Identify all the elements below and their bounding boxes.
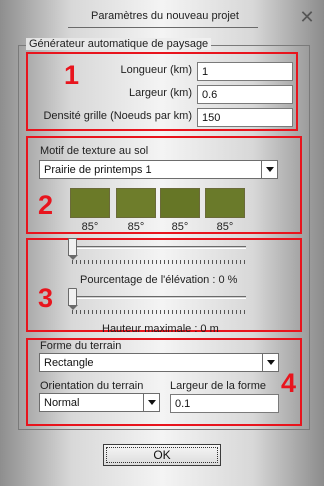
elevation-label: Pourcentage de l'élévation : 0 % [80,274,238,286]
texture-angle-3: 85° [171,221,189,233]
max-height-label: Hauteur maximale : 0 m [102,323,219,335]
elevation-slider-thumb[interactable] [68,238,78,260]
title-divider [68,27,258,28]
texture-angle-1: 85° [81,221,99,233]
texture-angle-4: 85° [216,221,234,233]
width-input[interactable]: 0.6 [197,85,293,104]
section-4-number: 4 [281,368,297,398]
group-title: Générateur automatique de paysage [26,38,212,50]
texture-angle-2: 85° [127,221,145,233]
window-title: Paramètres du nouveau projet [91,10,239,22]
elevation-slider-ticks [72,260,246,264]
grid-density-input[interactable]: 150 [197,108,293,127]
grid-density-label: Densité grille (Noeuds par km) [43,110,192,122]
ground-texture-select[interactable]: Prairie de printemps 1 [39,160,278,179]
ok-button[interactable]: OK [103,444,221,466]
terrain-shape-select[interactable]: Rectangle [39,353,279,372]
close-icon[interactable]: ✕ [296,6,318,28]
section-2-number: 2 [38,190,54,220]
texture-swatch-4[interactable] [205,188,245,218]
shape-width-label: Largeur de la forme [170,380,266,392]
texture-swatch-1[interactable] [70,188,110,218]
chevron-down-icon[interactable] [262,354,278,371]
orientation-select[interactable]: Normal [39,393,160,412]
section-3-number: 3 [38,283,54,313]
orientation-value: Normal [44,397,80,409]
max-height-slider-track[interactable] [72,296,246,299]
max-height-slider-thumb[interactable] [68,288,78,310]
texture-swatch-2[interactable] [116,188,156,218]
max-height-slider-ticks [72,310,246,314]
ground-texture-label: Motif de texture au sol [40,145,149,157]
ground-texture-value: Prairie de printemps 1 [44,164,152,176]
width-label: Largeur (km) [129,87,192,99]
shape-width-input[interactable]: 0.1 [170,394,279,413]
length-input[interactable]: 1 [197,62,293,81]
elevation-slider-track[interactable] [72,246,246,249]
length-label: Longueur (km) [120,64,192,76]
terrain-shape-label: Forme du terrain [40,340,122,352]
chevron-down-icon[interactable] [261,161,277,178]
chevron-down-icon[interactable] [143,394,159,411]
orientation-label: Orientation du terrain [40,380,144,392]
terrain-shape-value: Rectangle [44,357,94,369]
texture-swatch-3[interactable] [160,188,200,218]
